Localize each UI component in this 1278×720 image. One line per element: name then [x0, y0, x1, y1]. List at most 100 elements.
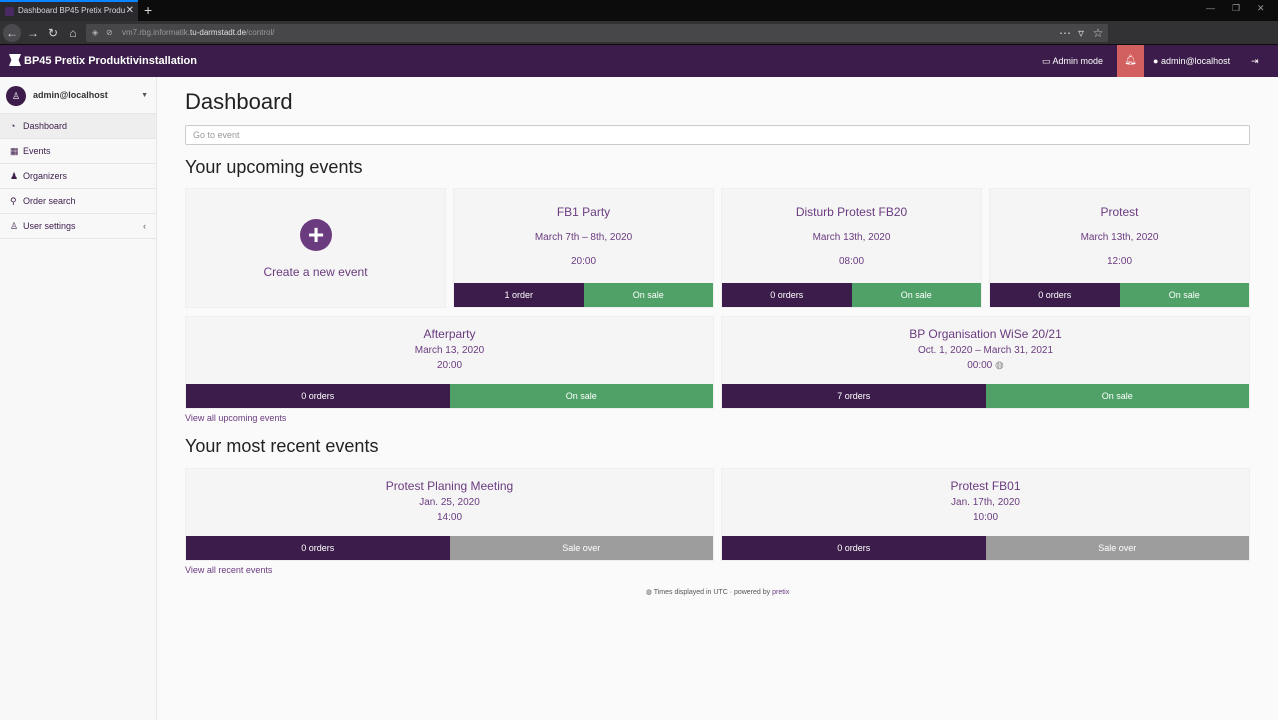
globe-icon: ◍ — [995, 360, 1004, 371]
event-date: Oct. 1, 2020 – March 31, 2021 — [917, 345, 1054, 356]
event-date: Jan. 17th, 2020 — [951, 497, 1020, 508]
user-label: admin@localhost — [1160, 56, 1231, 66]
status-badge[interactable]: On sale — [851, 283, 981, 307]
users-icon: ♟ — [10, 171, 19, 181]
event-name: BP Organisation WiSe 20/21 — [909, 327, 1062, 341]
logout-icon[interactable]: ⇥ — [1251, 45, 1259, 77]
event-name: FB1 Party — [556, 205, 611, 219]
pretix-logo-icon — [9, 54, 21, 66]
status-badge[interactable]: Sale over — [985, 536, 1249, 560]
event-bar: 0 orders On sale — [722, 283, 981, 307]
event-date: March 13th, 2020 — [1080, 232, 1159, 243]
event-name: Protest Planing Meeting — [385, 479, 514, 493]
event-card[interactable]: BP Organisation WiSe 20/21 Oct. 1, 2020 … — [721, 316, 1250, 409]
shield-icon[interactable]: ◈ — [92, 28, 101, 37]
event-card[interactable]: Protest Planing Meeting Jan. 25, 2020 14… — [185, 468, 714, 561]
footer: ◍ Times displayed in UTC · powered by pr… — [157, 588, 1278, 596]
sidebar-item-order-search[interactable]: ⚲ Order search — [0, 189, 156, 214]
event-time: 08:00 — [838, 256, 865, 267]
sidebar-username: admin@localhost — [33, 90, 108, 100]
orders-count[interactable]: 0 orders — [186, 384, 450, 408]
event-card[interactable]: Disturb Protest FB20 March 13th, 2020 08… — [721, 188, 982, 308]
view-all-upcoming-link[interactable]: View all upcoming events — [185, 413, 286, 423]
event-name: Disturb Protest FB20 — [795, 205, 908, 219]
tab-title: Dashboard BP45 Pretix Produ — [18, 6, 126, 15]
create-event-label: Create a new event — [263, 265, 368, 279]
forward-icon[interactable]: → — [24, 24, 42, 42]
event-date: March 7th – 8th, 2020 — [534, 232, 633, 243]
status-badge[interactable]: On sale — [449, 384, 713, 408]
event-name: Protest FB01 — [950, 479, 1021, 493]
orders-count[interactable]: 0 orders — [722, 536, 986, 560]
event-time: 14:00 — [436, 512, 463, 523]
event-bar: 1 order On sale — [454, 283, 713, 307]
create-event-card[interactable]: + Create a new event — [185, 188, 446, 308]
pocket-icon[interactable]: ▿ — [1072, 24, 1090, 42]
event-time: 00:00 ◍ — [722, 360, 1249, 371]
orders-count[interactable]: 0 orders — [186, 536, 450, 560]
home-icon[interactable]: ⌂ — [64, 24, 82, 42]
restore-icon[interactable]: ❐ — [1232, 3, 1240, 14]
event-time: 12:00 — [1106, 256, 1133, 267]
status-badge[interactable]: On sale — [985, 384, 1249, 408]
user-menu-button[interactable]: ● admin@localhost — [1153, 45, 1230, 77]
close-window-icon[interactable]: ✕ — [1257, 3, 1265, 14]
go-to-event-input[interactable]: Go to event — [185, 125, 1250, 145]
minimize-icon[interactable]: — — [1206, 3, 1215, 13]
new-tab-icon[interactable]: + — [144, 1, 152, 19]
sidebar-item-label: Events — [23, 146, 51, 156]
url-text: vm7.rbg.informatik.tu-darmstadt.de/contr… — [122, 28, 275, 37]
event-time: 10:00 — [972, 512, 999, 523]
event-card[interactable]: Protest March 13th, 2020 12:00 0 orders … — [989, 188, 1250, 308]
sidebar-item-dashboard[interactable]: ◔ Dashboard — [0, 114, 156, 139]
footer-text: Times displayed in UTC · powered by — [653, 589, 771, 596]
sidebar: ♙ admin@localhost ▼ ◔ Dashboard ▦ Events ♟… — [0, 77, 157, 720]
browser-tab[interactable]: Dashboard BP45 Pretix Produ ✕ — [0, 0, 138, 21]
event-card[interactable]: Afterparty March 13, 2020 20:00 0 orders… — [185, 316, 714, 409]
view-all-recent-link[interactable]: View all recent events — [185, 565, 272, 575]
orders-count[interactable]: 0 orders — [990, 283, 1120, 307]
status-badge[interactable]: Sale over — [449, 536, 713, 560]
event-bar: 0 orders Sale over — [722, 536, 1249, 560]
page-title: Dashboard — [185, 89, 293, 114]
sidebar-item-label: Order search — [23, 196, 76, 206]
bell-icon: 🔔︎ — [1124, 55, 1137, 66]
status-badge[interactable]: On sale — [1119, 283, 1249, 307]
app-header: BP45 Pretix Produktivinstallation ▭ Admi… — [0, 45, 1278, 77]
brand-label: BP45 Pretix Produktivinstallation — [24, 55, 197, 67]
admin-mode-button[interactable]: ▭ Admin mode — [1042, 45, 1103, 77]
back-icon[interactable]: ← — [3, 24, 21, 42]
orders-count[interactable]: 0 orders — [722, 283, 852, 307]
close-tab-icon[interactable]: ✕ — [126, 2, 134, 20]
sidebar-item-organizers[interactable]: ♟ Organizers — [0, 164, 156, 189]
sidebar-item-user-settings[interactable]: ♙ User settings ‹ — [0, 214, 156, 239]
reload-icon[interactable]: ↻ — [44, 24, 62, 42]
sidebar-item-label: User settings — [23, 221, 76, 231]
event-name: Afterparty — [423, 327, 476, 341]
sidebar-user[interactable]: ♙ admin@localhost ▼ — [0, 77, 156, 114]
sidebar-item-label: Dashboard — [23, 121, 68, 131]
bookmark-star-icon[interactable]: ☆ — [1089, 24, 1107, 42]
brand[interactable]: BP45 Pretix Produktivinstallation — [9, 45, 197, 77]
event-bar: 0 orders On sale — [990, 283, 1249, 307]
event-card[interactable]: FB1 Party March 7th – 8th, 2020 20:00 1 … — [453, 188, 714, 308]
pretix-link[interactable]: pretix — [772, 589, 789, 596]
orders-count[interactable]: 1 order — [454, 283, 584, 307]
admin-mode-label: Admin mode — [1052, 56, 1104, 66]
browser-navbar: ← → ↻ ⌂ ◈ ⊘ vm7.rbg.informatik.tu-darmst… — [0, 21, 1278, 45]
orders-count[interactable]: 7 orders — [722, 384, 986, 408]
url-bar[interactable]: ◈ ⊘ vm7.rbg.informatik.tu-darmstadt.de/c… — [86, 24, 1108, 42]
sidebar-item-label: Organizers — [23, 171, 68, 181]
status-badge[interactable]: On sale — [583, 283, 713, 307]
sidebar-item-events[interactable]: ▦ Events — [0, 139, 156, 164]
notifications-button[interactable]: 🔔︎ — [1117, 45, 1144, 77]
event-card[interactable]: Protest FB01 Jan. 17th, 2020 10:00 0 ord… — [721, 468, 1250, 561]
search-icon: ⚲ — [10, 196, 17, 206]
recent-heading: Your most recent events — [185, 436, 379, 456]
main-content: Dashboard Go to event Your upcoming even… — [157, 77, 1278, 720]
event-bar: 0 orders Sale over — [186, 536, 713, 560]
favicon-icon — [5, 7, 14, 16]
lock-icon[interactable]: ⊘ — [106, 28, 115, 37]
avatar: ♙ — [6, 86, 26, 106]
event-date: Jan. 25, 2020 — [419, 497, 480, 508]
